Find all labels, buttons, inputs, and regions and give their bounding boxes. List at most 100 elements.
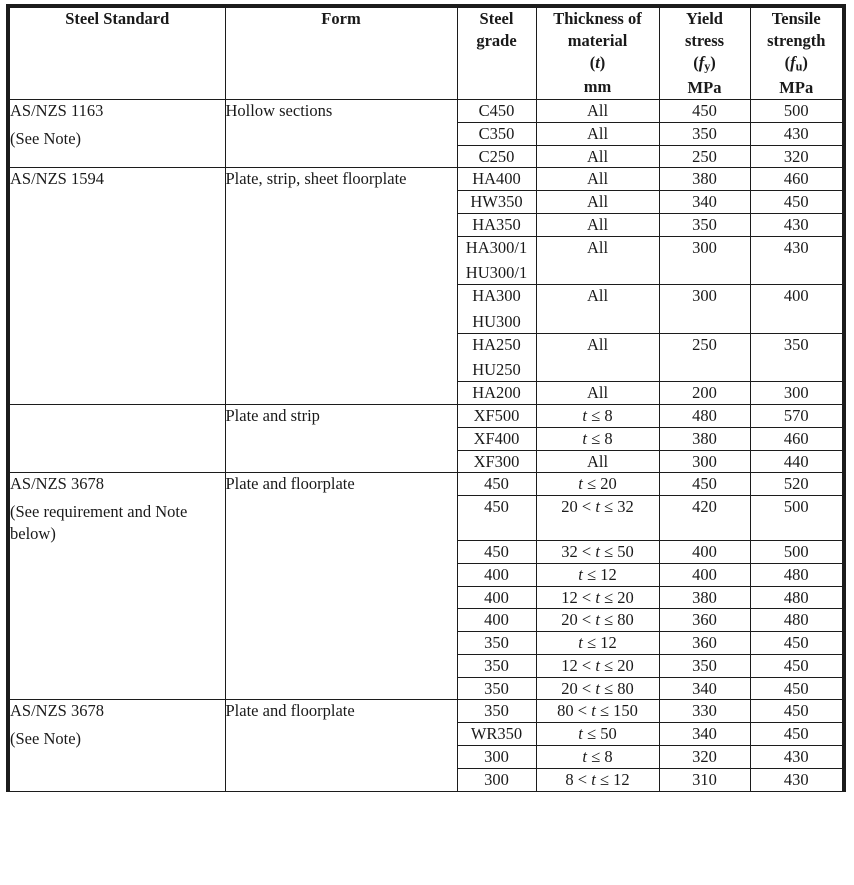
cell-thickness: All xyxy=(535,212,660,237)
cell-steel-grade: 300 xyxy=(456,744,537,769)
cell-thickness: 20 < t ≤ 80 xyxy=(535,608,660,633)
cell-thickness: 20 < t ≤ 80 xyxy=(535,676,660,701)
steel-grade-value: C350 xyxy=(478,123,515,143)
thickness-text: ≤ 50 xyxy=(582,724,617,744)
cell-tensile-strength: 480 xyxy=(749,562,845,587)
steel-standard-line: AS/NZS 1594 xyxy=(10,169,104,189)
column-header-line: stress xyxy=(684,30,725,50)
column-header-line: (fu) xyxy=(784,52,808,74)
cell-thickness: 20 < t ≤ 32 xyxy=(535,495,660,542)
cell-yield-stress: 400 xyxy=(658,540,751,564)
cell-tensile-strength: 440 xyxy=(749,449,845,474)
cell-tensile-strength: 320 xyxy=(749,144,845,169)
cell-tensile-strength: 480 xyxy=(749,585,845,610)
cell-tensile-strength: 450 xyxy=(749,653,845,678)
cell-steel-grade: HA250 HU250 xyxy=(456,332,537,383)
table-row: Plate and strip XF500 t ≤ 8 480 570 xyxy=(7,404,845,474)
thickness-text: 20 < xyxy=(561,678,596,698)
steel-standard-line: AS/NZS 1163 xyxy=(10,101,104,121)
cell-yield-stress: 380 xyxy=(658,167,751,192)
steel-grade-value: HU300 xyxy=(472,311,521,331)
steel-standard-line: (See requirement and Note below) xyxy=(10,502,188,543)
cell-yield-stress: 300 xyxy=(658,235,751,286)
steel-grade-value: HA350 xyxy=(472,214,521,234)
cell-yield-stress: 330 xyxy=(658,699,751,724)
cell-thickness: 80 < t ≤ 150 xyxy=(535,699,660,724)
cell-thickness: 32 < t ≤ 50 xyxy=(535,540,660,564)
cell-thickness: All xyxy=(535,381,660,406)
cell-yield-stress: 420 xyxy=(658,495,751,542)
cell-tensile-strength: 450 xyxy=(749,631,845,655)
steel-grade-value: C450 xyxy=(478,101,515,121)
cell-form: Plate and strip xyxy=(224,404,458,474)
column-header-steel-grade: Steel grade xyxy=(456,5,537,101)
thickness-text: ≤ 80 xyxy=(599,610,634,630)
cell-thickness: 8 < t ≤ 12 xyxy=(535,767,660,792)
cell-tensile-strength: 500 xyxy=(749,540,845,564)
cell-steel-grade: WR350 xyxy=(456,722,537,746)
column-header-thickness: Thickness of material (t) mm xyxy=(535,5,660,101)
cell-thickness: 12 < t ≤ 20 xyxy=(535,653,660,678)
thickness-text: ≤ 20 xyxy=(599,587,634,607)
cell-steel-grade: C250 xyxy=(456,144,537,169)
cell-steel-grade: HA400 xyxy=(456,167,537,192)
column-header-form: Form xyxy=(224,5,458,101)
cell-form: Hollow sections xyxy=(224,99,458,169)
steel-grade-value: 450 xyxy=(484,497,509,517)
cell-thickness: All xyxy=(535,332,660,383)
steel-grade-value: 300 xyxy=(484,769,509,789)
thickness-text: 20 < xyxy=(561,497,596,517)
steel-grade-value: 400 xyxy=(484,587,509,607)
cell-yield-stress: 250 xyxy=(658,332,751,383)
cell-thickness: t ≤ 20 xyxy=(535,472,660,497)
column-header-line: MPa xyxy=(779,78,814,98)
steel-grade-value: HW350 xyxy=(470,192,523,212)
cell-yield-stress: 480 xyxy=(658,404,751,428)
column-header-line: Thickness of xyxy=(553,9,642,28)
cell-tensile-strength: 460 xyxy=(749,426,845,451)
cell-steel-grade: 450 xyxy=(456,540,537,564)
table-row: AS/NZS 1163 (See Note) Hollow sections C450… xyxy=(7,99,845,169)
table-row: AS/NZS 3678 (See Note) Plate and floorplat… xyxy=(7,699,845,792)
cell-tensile-strength: 400 xyxy=(749,284,845,334)
thickness-text: ≤ 8 xyxy=(587,406,613,426)
thickness-text: ≤ 32 xyxy=(599,497,634,517)
thickness-text: 12 < xyxy=(561,587,596,607)
column-header-line: mm xyxy=(583,77,612,97)
column-header-steel-standard: Steel Standard xyxy=(7,5,226,101)
steel-grade-value: 350 xyxy=(484,655,509,675)
thickness-text: ≤ 150 xyxy=(595,701,638,721)
column-header-line: Form xyxy=(321,9,361,28)
cell-thickness: 12 < t ≤ 20 xyxy=(535,585,660,610)
cell-tensile-strength: 450 xyxy=(749,699,845,724)
steel-grade-value: C250 xyxy=(478,146,515,166)
cell-yield-stress: 340 xyxy=(658,676,751,701)
cell-thickness: All xyxy=(535,99,660,123)
cell-yield-stress: 300 xyxy=(658,449,751,474)
cell-yield-stress: 450 xyxy=(658,472,751,497)
thickness-text: ≤ 12 xyxy=(582,633,617,653)
column-header-line: (fy) xyxy=(693,52,716,74)
cell-yield-stress: 360 xyxy=(658,608,751,633)
steel-standard-line: AS/NZS 3678 xyxy=(10,474,104,494)
cell-yield-stress: 350 xyxy=(658,653,751,678)
column-header-line: (t) xyxy=(589,52,606,72)
steel-grade-value: HU250 xyxy=(472,360,521,380)
cell-thickness: All xyxy=(535,167,660,192)
cell-yield-stress: 310 xyxy=(658,767,751,792)
cell-form: Plate, strip, sheet floorplate xyxy=(224,167,458,406)
steel-grade-value: 350 xyxy=(484,633,509,653)
cell-steel-grade: HA200 xyxy=(456,381,537,406)
table-row: AS/NZS 3678 (See requirement and Note bel… xyxy=(7,472,845,701)
steel-grade-value: HA400 xyxy=(472,169,521,189)
cell-steel-grade: 350 xyxy=(456,631,537,655)
cell-tensile-strength: 500 xyxy=(749,99,845,123)
cell-yield-stress: 400 xyxy=(658,562,751,587)
header-row: Steel Standard Form Steel grade Thickness of… xyxy=(7,5,845,101)
thickness-text: ≤ 20 xyxy=(599,655,634,675)
cell-tensile-strength: 300 xyxy=(749,381,845,406)
thickness-text: 20 < xyxy=(561,610,596,630)
column-header-line: Steel Standard xyxy=(65,9,170,28)
cell-steel-grade: XF500 xyxy=(456,404,537,428)
cell-steel-grade: 400 xyxy=(456,562,537,587)
